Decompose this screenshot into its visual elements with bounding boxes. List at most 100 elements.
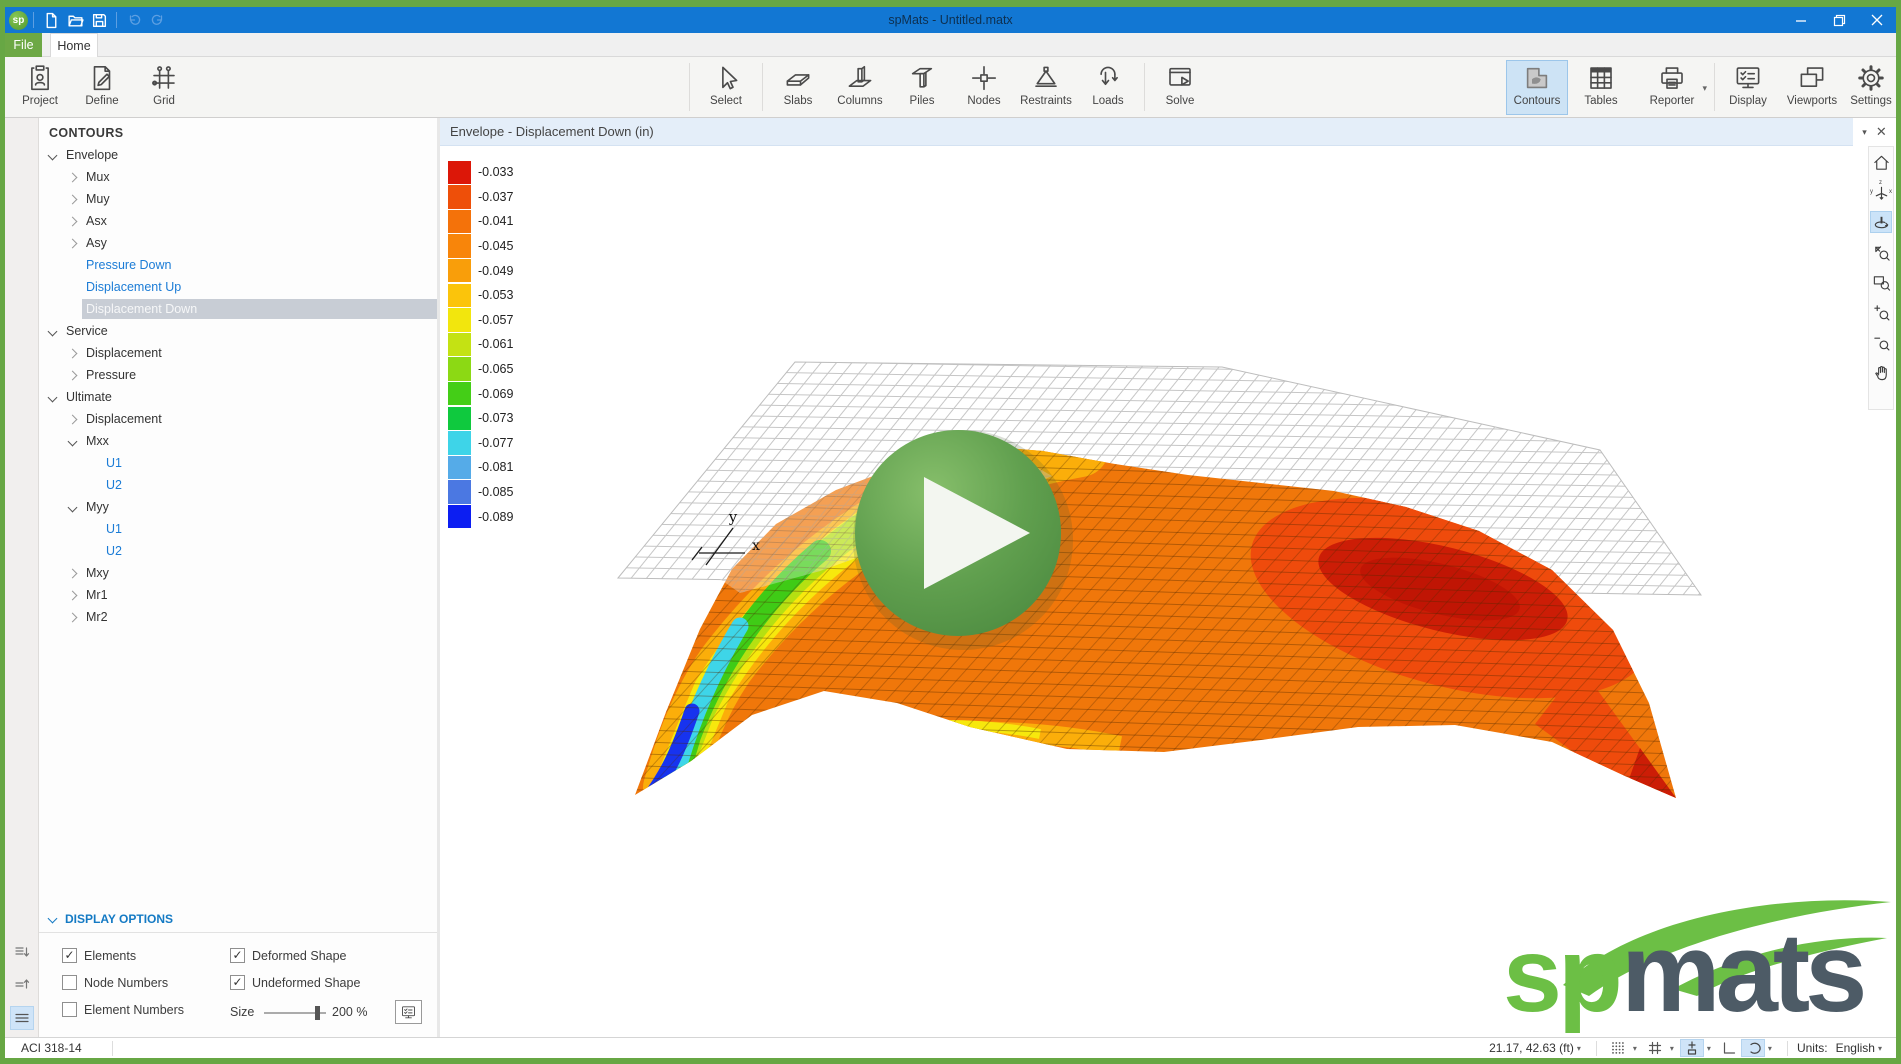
- display-options-header[interactable]: DISPLAY OPTIONS: [39, 905, 437, 933]
- undo-icon[interactable]: [122, 9, 146, 31]
- ribbon-nodes-button[interactable]: Nodes: [953, 60, 1015, 115]
- chevron-down-icon[interactable]: [48, 392, 58, 402]
- chevron-right-icon[interactable]: [68, 612, 78, 622]
- tree-item-displacement[interactable]: Displacement: [39, 408, 437, 430]
- zoom-in-icon[interactable]: [1870, 301, 1892, 323]
- tree-item-envelope[interactable]: Envelope: [39, 144, 437, 166]
- tree-item-muy[interactable]: Muy: [39, 188, 437, 210]
- grid-lines-toggle-icon[interactable]: [1643, 1039, 1667, 1057]
- ribbon-settings-button[interactable]: Settings: [1843, 60, 1899, 115]
- checkbox-elements[interactable]: Elements: [62, 948, 136, 963]
- ribbon-restraints-button[interactable]: Restraints: [1015, 60, 1077, 115]
- save-icon[interactable]: [87, 9, 111, 31]
- tree-item-mxy[interactable]: Mxy: [39, 562, 437, 584]
- angle-toggle-icon[interactable]: [1717, 1039, 1741, 1057]
- checkbox-deformed-shape[interactable]: Deformed Shape: [230, 948, 347, 963]
- size-slider-handle[interactable]: [315, 1006, 320, 1020]
- sort-up-icon[interactable]: [10, 972, 34, 996]
- checkbox-icon[interactable]: [230, 975, 245, 990]
- tree-item-mux[interactable]: Mux: [39, 166, 437, 188]
- tree-item-u1[interactable]: U1: [39, 518, 437, 540]
- checkbox-icon[interactable]: [62, 1002, 77, 1017]
- pan-hand-icon[interactable]: [1870, 361, 1892, 383]
- menu-icon[interactable]: [10, 1006, 34, 1030]
- redo-icon[interactable]: [146, 9, 170, 31]
- tree-item-asx[interactable]: Asx: [39, 210, 437, 232]
- grid-dots-toggle-icon[interactable]: [1606, 1039, 1630, 1057]
- chevron-down-icon[interactable]: ▾: [1768, 1044, 1772, 1053]
- chevron-right-icon[interactable]: [68, 370, 78, 380]
- display-settings-button[interactable]: [395, 1000, 422, 1024]
- zoom-out-icon[interactable]: [1870, 331, 1892, 353]
- ribbon-display-button[interactable]: Display: [1717, 60, 1779, 115]
- home-view-icon[interactable]: [1870, 151, 1892, 173]
- viewport-menu-icon[interactable]: ▾: [1862, 127, 1867, 138]
- chevron-down-icon[interactable]: ▾: [1707, 1044, 1711, 1053]
- minimize-button[interactable]: [1786, 7, 1816, 33]
- chevron-down-icon[interactable]: [48, 326, 58, 336]
- chevron-right-icon[interactable]: [68, 348, 78, 358]
- chevron-right-icon[interactable]: [68, 172, 78, 182]
- checkbox-icon[interactable]: [230, 948, 245, 963]
- tab-file[interactable]: File: [5, 33, 42, 57]
- ortho-toggle-icon[interactable]: [1741, 1039, 1765, 1057]
- chevron-down-icon[interactable]: [48, 150, 58, 160]
- ribbon-piles-button[interactable]: Piles: [891, 60, 953, 115]
- checkbox-element-numbers[interactable]: Element Numbers: [62, 1002, 184, 1017]
- ribbon-contours-button[interactable]: Contours: [1506, 60, 1568, 115]
- tree-item-displacement-down-selected[interactable]: Displacement Down: [39, 298, 437, 320]
- rotate-3d-icon[interactable]: [1870, 211, 1892, 233]
- chevron-down-icon[interactable]: [68, 502, 78, 512]
- tab-home[interactable]: Home: [50, 33, 98, 57]
- video-play-button[interactable]: [853, 430, 1073, 650]
- tree-item-pressure[interactable]: Pressure: [39, 364, 437, 386]
- tree-item-u1[interactable]: U1: [39, 452, 437, 474]
- checkbox-icon[interactable]: [62, 948, 77, 963]
- chevron-down-icon[interactable]: [68, 436, 78, 446]
- viewport-close-icon[interactable]: ✕: [1876, 124, 1887, 140]
- snap-toggle-icon[interactable]: [1680, 1039, 1704, 1057]
- ribbon-define-button[interactable]: Define: [75, 60, 129, 115]
- chevron-down-icon[interactable]: ▾: [1633, 1044, 1637, 1053]
- close-button[interactable]: [1862, 7, 1892, 33]
- chevron-down-icon[interactable]: ▾: [1670, 1044, 1674, 1053]
- checkbox-node-numbers[interactable]: Node Numbers: [62, 975, 168, 990]
- chevron-down-icon[interactable]: ▾: [1702, 83, 1707, 94]
- tree-item-service[interactable]: Service: [39, 320, 437, 342]
- chevron-right-icon[interactable]: [68, 590, 78, 600]
- chevron-down-icon[interactable]: ▾: [1878, 1044, 1882, 1053]
- ribbon-loads-button[interactable]: Loads: [1077, 60, 1139, 115]
- chevron-right-icon[interactable]: [68, 238, 78, 248]
- tree-item-ultimate[interactable]: Ultimate: [39, 386, 437, 408]
- new-file-icon[interactable]: [39, 9, 63, 31]
- zoom-window-icon[interactable]: [1870, 271, 1892, 293]
- tree-item-asy[interactable]: Asy: [39, 232, 437, 254]
- ribbon-tables-button[interactable]: Tables: [1570, 60, 1632, 115]
- tree-item-pressure-down[interactable]: Pressure Down: [39, 254, 437, 276]
- tree-item-u2[interactable]: U2: [39, 474, 437, 496]
- chevron-right-icon[interactable]: [68, 414, 78, 424]
- ribbon-reporter-button[interactable]: Reporter▾: [1634, 60, 1710, 115]
- tree-item-mr2[interactable]: Mr2: [39, 606, 437, 628]
- open-file-icon[interactable]: [63, 9, 87, 31]
- tree-item-u2[interactable]: U2: [39, 540, 437, 562]
- sort-down-icon[interactable]: [10, 940, 34, 964]
- ribbon-select-button[interactable]: Select: [695, 60, 757, 115]
- tree-item-mr1[interactable]: Mr1: [39, 584, 437, 606]
- ribbon-columns-button[interactable]: Columns: [829, 60, 891, 115]
- ribbon-solve-button[interactable]: Solve: [1149, 60, 1211, 115]
- zoom-extents-icon[interactable]: [1870, 241, 1892, 263]
- ribbon-project-button[interactable]: Project: [13, 60, 67, 115]
- tree-item-mxx[interactable]: Mxx: [39, 430, 437, 452]
- chevron-right-icon[interactable]: [68, 568, 78, 578]
- checkbox-icon[interactable]: [62, 975, 77, 990]
- restore-button[interactable]: [1824, 7, 1854, 33]
- tree-item-displacement[interactable]: Displacement: [39, 342, 437, 364]
- tree-item-myy[interactable]: Myy: [39, 496, 437, 518]
- ribbon-slabs-button[interactable]: Slabs: [767, 60, 829, 115]
- view-axes-icon[interactable]: zyx: [1870, 181, 1892, 203]
- tree-item-displacement-up[interactable]: Displacement Up: [39, 276, 437, 298]
- ribbon-viewports-button[interactable]: Viewports: [1781, 60, 1843, 115]
- chevron-down-icon[interactable]: ▾: [1577, 1044, 1581, 1053]
- checkbox-undeformed-shape[interactable]: Undeformed Shape: [230, 975, 360, 990]
